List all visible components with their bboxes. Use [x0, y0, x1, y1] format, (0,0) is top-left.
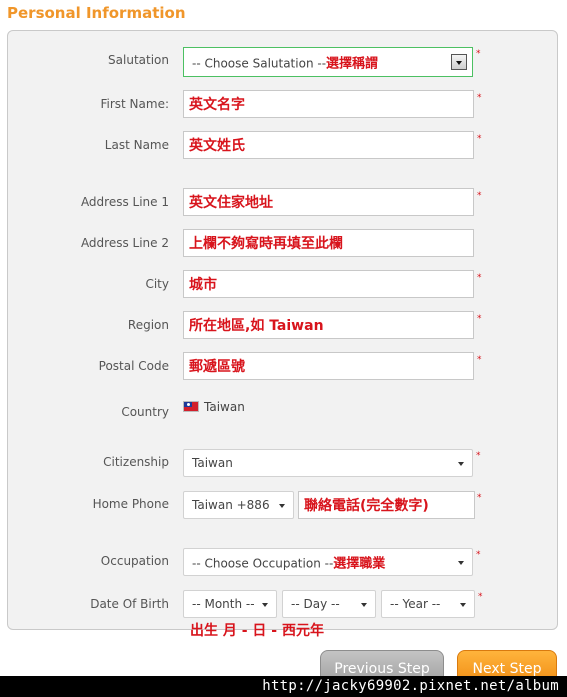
country-label: Country: [121, 405, 169, 419]
country-value: Taiwan: [204, 400, 245, 414]
chevron-down-icon: [262, 603, 268, 607]
chevron-down-icon: [361, 603, 367, 607]
required-marker: *: [477, 314, 482, 324]
last-name-label: Last Name: [104, 138, 169, 152]
chevron-down-icon: [460, 603, 466, 607]
dob-day-select[interactable]: -- Day --: [282, 590, 376, 618]
required-marker: *: [477, 93, 482, 103]
taiwan-flag-icon: [183, 401, 199, 412]
required-marker: *: [477, 134, 482, 144]
postal-code-label: Postal Code: [98, 359, 169, 373]
occupation-label: Occupation: [100, 554, 169, 568]
chevron-down-icon: [458, 561, 464, 565]
last-name-input[interactable]: 英文姓氏: [183, 131, 474, 159]
dob-hint: 出生 月 - 日 - 西元年: [190, 623, 324, 639]
date-of-birth-label: Date Of Birth: [90, 597, 169, 611]
occupation-select[interactable]: -- Choose Occupation --選擇職業: [183, 548, 473, 576]
required-marker: *: [476, 451, 481, 461]
required-marker: *: [477, 355, 482, 365]
phone-country-code-select[interactable]: Taiwan +886: [183, 491, 294, 519]
address-line-2-input[interactable]: 上欄不夠寫時再填至此欄: [183, 229, 474, 257]
city-label: City: [145, 277, 169, 291]
address-line-1-input[interactable]: 英文住家地址: [183, 188, 474, 216]
required-marker: *: [477, 191, 482, 201]
required-marker: *: [477, 273, 482, 283]
citizenship-label: Citizenship: [103, 455, 169, 469]
salutation-select[interactable]: -- Choose Salutation --選擇稱謂: [183, 47, 473, 77]
dob-year-select[interactable]: -- Year --: [381, 590, 475, 618]
citizenship-select[interactable]: Taiwan: [183, 449, 473, 477]
dropdown-arrow-icon[interactable]: [451, 54, 467, 70]
chevron-down-icon: [279, 504, 285, 508]
section-title: Personal Information: [7, 4, 186, 22]
dob-month-select[interactable]: -- Month --: [183, 590, 277, 618]
required-marker: *: [477, 493, 482, 503]
home-phone-input[interactable]: 聯絡電話(完全數字): [298, 491, 475, 519]
postal-code-input[interactable]: 郵遞區號: [183, 352, 474, 380]
chevron-down-icon: [458, 462, 464, 466]
salutation-value: -- Choose Salutation --選擇稱謂: [192, 56, 379, 72]
region-label: Region: [127, 318, 169, 332]
first-name-label: First Name:: [100, 97, 169, 111]
address-line-1-label: Address Line 1: [80, 195, 169, 209]
city-input[interactable]: 城市: [183, 270, 474, 298]
required-marker: *: [476, 49, 481, 59]
home-phone-label: Home Phone: [92, 497, 169, 511]
required-marker: *: [476, 550, 481, 560]
address-line-2-label: Address Line 2: [80, 236, 169, 250]
watermark-url: http://jacky69902.pixnet.net/album: [0, 676, 567, 697]
first-name-input[interactable]: 英文名字: [183, 90, 474, 118]
region-input[interactable]: 所在地區,如 Taiwan: [183, 311, 474, 339]
required-marker: *: [478, 592, 483, 602]
salutation-label: Salutation: [108, 53, 169, 67]
